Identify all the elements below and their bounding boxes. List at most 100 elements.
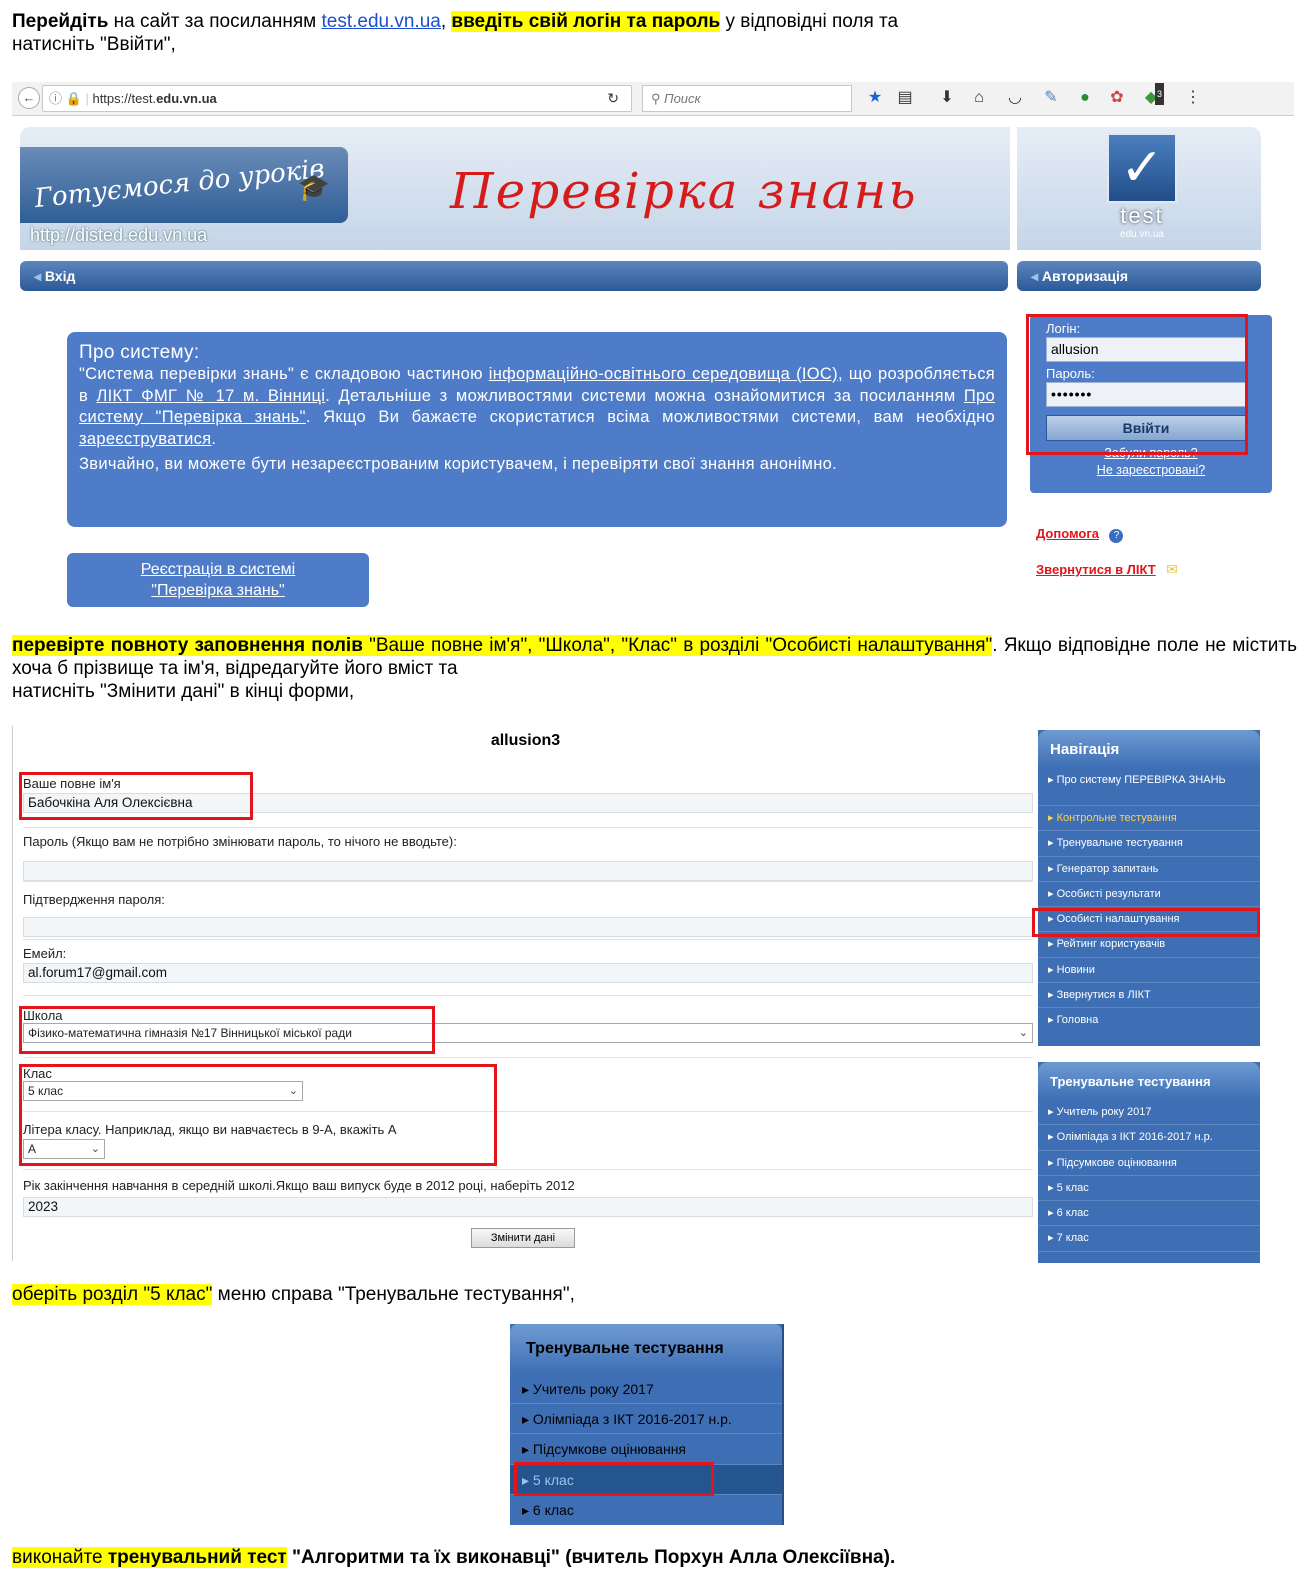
login-highlight-frame — [1026, 314, 1248, 455]
home-icon[interactable]: ⌂ — [968, 87, 990, 109]
nav-item-contact[interactable]: ▸ Звернутися в ЛІКТ — [1038, 983, 1260, 1009]
auth-bar-label: Авторизація — [1041, 268, 1129, 284]
nav-item-label: Генератор запитань — [1056, 862, 1159, 875]
train-item-final[interactable]: ▸ Підсумкове оцінювання — [1038, 1151, 1260, 1176]
site-url: http://disted.edu.vn.ua — [30, 225, 208, 245]
email-input[interactable]: al.forum17@gmail.com — [23, 963, 1033, 983]
nav-item-label: Рейтинг користувачів — [1056, 938, 1166, 951]
navigation-menu: Навігація ▸ Про систему ПЕРЕВІРКА ЗНАНЬ … — [1038, 730, 1260, 1046]
nav-item-news[interactable]: ▸ Новини — [1038, 958, 1260, 984]
train-item-label: Підсумкове оцінювання — [1056, 1156, 1177, 1169]
info-icon: ⓘ — [49, 91, 63, 106]
step4-text: виконайте тренувальний тест "Алгоритми т… — [12, 1546, 895, 1569]
train-item-grade5[interactable]: ▸ 5 клас — [1038, 1176, 1260, 1202]
test-logo-text: test — [1120, 203, 1164, 228]
year-input[interactable]: 2023 — [23, 1197, 1033, 1217]
help-link-text: Допомога — [1036, 526, 1100, 541]
nav-item-control-testing[interactable]: ▸ Контрольне тестування — [1038, 806, 1260, 832]
contact-likt-link[interactable]: Звернутися в ЛІКТ ✉ — [1036, 561, 1178, 579]
step4-highlight: виконайте — [12, 1547, 108, 1568]
search-placeholder: Поиск — [664, 91, 701, 106]
not-registered-link[interactable]: Не зареєстровані? — [1046, 462, 1256, 479]
nav-item-label: Тренувальне тестування — [1056, 837, 1183, 850]
about-text-e: . — [211, 429, 217, 448]
bullet-icon: ◂ — [1031, 268, 1039, 284]
step3-text-a: меню справа "Тренувальне тестування", — [212, 1284, 575, 1305]
pocket-icon[interactable]: ◡ — [1004, 87, 1026, 109]
zoom-item-grade6[interactable]: ▸ 6 клас — [510, 1495, 782, 1525]
reading-list-icon[interactable]: ▤ — [894, 87, 916, 109]
site-title: Перевірка знань — [450, 162, 918, 220]
url-text: https://test. — [92, 91, 157, 106]
train-item-label: 6 клас — [1056, 1207, 1089, 1220]
address-bar[interactable]: ⓘ 🔒 | https://test.edu.vn.ua ↻ — [42, 85, 632, 112]
about-text-a: "Система перевірки знань" є складовою ча… — [79, 365, 489, 383]
back-icon[interactable]: ← — [18, 87, 40, 109]
graduation-cap-icon: 🎓 — [297, 173, 330, 203]
nav-item-home[interactable]: ▸ Головна — [1038, 1008, 1260, 1033]
train-item-olympiad[interactable]: ▸ Олімпіада з ІКТ 2016-2017 н.р. — [1038, 1125, 1260, 1151]
register-link[interactable]: зареєструватися — [79, 430, 211, 448]
train-item-label: 5 клас — [1056, 1181, 1089, 1194]
ios-link[interactable]: інформаційно-освітнього середовища (ІОС) — [489, 365, 838, 383]
zoom-item-olympiad[interactable]: ▸ Олімпіада з ІКТ 2016-2017 н.р. — [510, 1404, 782, 1435]
test-site-link[interactable]: test.edu.vn.ua — [321, 11, 440, 32]
step3-highlight: оберіть розділ "5 клас" — [12, 1284, 213, 1305]
train-item-teacher[interactable]: ▸ Учитель року 2017 — [1038, 1100, 1260, 1126]
form-password-input[interactable] — [23, 861, 1033, 881]
nav-item-training[interactable]: ▸ Тренувальне тестування — [1038, 831, 1260, 857]
email-row: Емейл: al.forum17@gmail.com — [23, 940, 1033, 996]
change-data-button[interactable]: Змінити дані — [471, 1228, 575, 1248]
reg-line2: "Перевірка знань" — [151, 582, 285, 599]
step3-text: оберіть розділ "5 клас" меню справа "Тре… — [12, 1283, 575, 1306]
nav-item-label: Звернутися в ЛІКТ — [1056, 989, 1151, 1002]
confirm-input[interactable] — [23, 917, 1033, 937]
extension-icon-1[interactable]: ✎ — [1040, 87, 1062, 109]
url-domain: edu.vn.ua — [156, 91, 217, 106]
likt-link[interactable]: ЛІКТ ФМГ № 17 м. Вінниці — [96, 387, 325, 405]
nav-item-about[interactable]: ▸ Про систему ПЕРЕВІРКА ЗНАНЬ — [1038, 768, 1260, 806]
class-highlight-frame — [19, 1064, 497, 1166]
train-item-grade7[interactable]: ▸ 7 клас — [1038, 1226, 1260, 1252]
school-highlight-frame — [19, 1006, 435, 1054]
reload-icon[interactable]: ↻ — [607, 86, 619, 111]
site-logo[interactable]: Готуємося до уроків 🎓 — [20, 147, 348, 223]
checkmark-icon: ✓ — [1107, 133, 1177, 203]
bookmark-star-icon[interactable]: ★ — [864, 87, 886, 109]
download-icon[interactable]: ⬇ — [936, 87, 958, 109]
form-password-label: Пароль (Якщо вам не потрібно змінювати п… — [23, 834, 457, 849]
train-item-label: 7 клас — [1056, 1232, 1089, 1245]
nav-item-label: Головна — [1056, 1014, 1099, 1027]
nav-item-results[interactable]: ▸ Особисті результати — [1038, 882, 1260, 908]
train-item-label: Учитель року 2017 — [1056, 1106, 1152, 1118]
extension-icon-4[interactable]: ◆ 3 — [1140, 83, 1164, 109]
test-logo[interactable]: ✓ test edu.vn.ua — [1102, 133, 1182, 243]
auth-bar: ◂ Авторизація — [1017, 261, 1261, 291]
contact-link-text: Звернутися в ЛІКТ — [1036, 562, 1156, 577]
step4-bold-highlight: тренувальний тест — [107, 1547, 287, 1568]
bullet-icon: ◂ — [34, 268, 42, 284]
step1-text: Перейдіть на сайт за посиланням test.edu… — [12, 10, 1292, 56]
nav-item-generator[interactable]: ▸ Генератор запитань — [1038, 857, 1260, 882]
settings-highlight-frame — [1032, 908, 1260, 937]
zoom-item-final[interactable]: ▸ Підсумкове оцінювання — [510, 1434, 782, 1465]
site-header: Готуємося до уроків 🎓 Перевірка знань ht… — [20, 127, 1010, 250]
about-title: Про систему: — [79, 342, 200, 363]
lock-icon: 🔒 — [65, 91, 82, 106]
help-link[interactable]: Допомога ? — [1036, 525, 1124, 543]
nav-item-label: Контрольне тестування — [1056, 812, 1177, 824]
zoom-item-label: Олімпіада з ІКТ 2016-2017 н.р. — [532, 1411, 732, 1428]
browser-search[interactable]: ⚲ Поиск — [642, 85, 852, 112]
password-row: Пароль (Якщо вам не потрібно змінювати п… — [23, 828, 1033, 882]
train-item-grade6[interactable]: ▸ 6 клас — [1038, 1201, 1260, 1227]
settings-form: allusion3 Ваше повне ім'я Бабочкіна Аля … — [12, 726, 1037, 1261]
registration-button[interactable]: Реєстрація в системі "Перевірка знань" — [67, 553, 369, 607]
extension-icon-3[interactable]: ✿ — [1106, 87, 1128, 109]
browser-toolbar: ← ⓘ 🔒 | https://test.edu.vn.ua ↻ ⚲ Поиск… — [12, 82, 1294, 116]
zoom-item-teacher[interactable]: ▸ Учитель року 2017 — [510, 1374, 782, 1405]
step1-text-a: на сайт за посиланням — [108, 11, 322, 32]
nav-item-label: Про систему ПЕРЕВІРКА ЗНАНЬ — [1056, 774, 1226, 786]
menu-icon[interactable]: ⋮ — [1182, 87, 1204, 109]
extension-icon-2[interactable]: ● — [1074, 87, 1096, 109]
step2-highlight: "Ваше повне ім'я", "Школа", "Клас" в роз… — [362, 635, 993, 656]
